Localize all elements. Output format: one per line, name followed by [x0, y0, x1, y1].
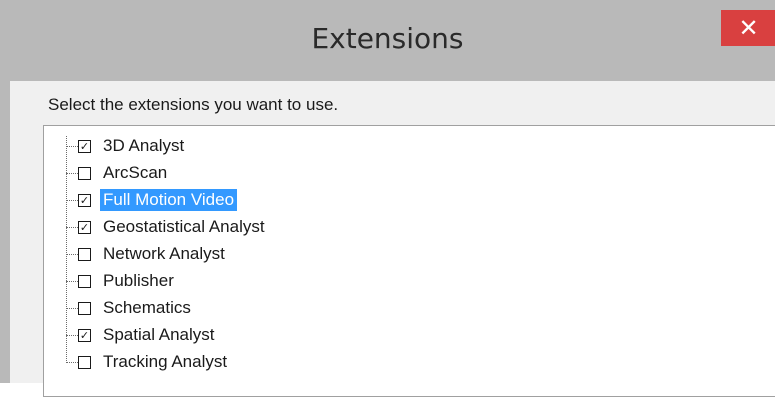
list-item-publisher[interactable]: Publisher: [66, 270, 177, 292]
list-item-geostatistical-analyst[interactable]: ✓ Geostatistical Analyst: [66, 216, 268, 238]
tree-connector: [66, 307, 78, 309]
list-item-label: Tracking Analyst: [103, 352, 228, 371]
list-item-arcscan[interactable]: ArcScan: [66, 162, 170, 184]
checkbox[interactable]: [78, 301, 91, 315]
list-item-label: ArcScan: [103, 163, 168, 182]
close-button[interactable]: ✕: [721, 10, 775, 46]
checkbox[interactable]: ✓: [78, 220, 91, 234]
checkbox[interactable]: ✓: [78, 328, 91, 342]
window-title: Extensions: [311, 22, 464, 55]
list-item-tracking-analyst[interactable]: Tracking Analyst: [66, 351, 230, 373]
extensions-list[interactable]: ✓ 3D Analyst ArcScan ✓ Full Motion Video…: [43, 125, 775, 397]
tree-connector: [66, 280, 78, 282]
list-item-label: Publisher: [103, 271, 174, 290]
checkbox[interactable]: ✓: [78, 139, 91, 153]
tree-connector: [66, 145, 78, 147]
list-item-schematics[interactable]: Schematics: [66, 297, 194, 319]
list-item-label: Spatial Analyst: [103, 325, 215, 344]
list-item-spatial-analyst[interactable]: ✓ Spatial Analyst: [66, 324, 218, 346]
checkbox[interactable]: [78, 166, 91, 180]
list-item-network-analyst[interactable]: Network Analyst: [66, 243, 228, 265]
checkbox[interactable]: ✓: [78, 193, 91, 207]
checkbox[interactable]: [78, 247, 91, 261]
tree-connector: [66, 334, 78, 336]
checkbox[interactable]: [78, 274, 91, 288]
checkbox[interactable]: [78, 355, 91, 369]
tree-connector: [66, 361, 78, 363]
list-item-label: Schematics: [103, 298, 191, 317]
title-bar[interactable]: Extensions ✕: [0, 0, 775, 81]
tree-connector: [66, 226, 78, 228]
list-item-label: Full Motion Video: [100, 189, 238, 211]
tree-connector: [66, 172, 78, 174]
tree-connector: [66, 253, 78, 255]
list-item-label: 3D Analyst: [103, 136, 185, 155]
close-icon: ✕: [738, 14, 759, 42]
list-item-label: Geostatistical Analyst: [103, 217, 265, 236]
extensions-dialog: Extensions ✕ Select the extensions you w…: [0, 0, 775, 397]
tree-connector: [66, 199, 78, 201]
list-item-full-motion-video[interactable]: ✓ Full Motion Video: [66, 189, 238, 211]
prompt-text: Select the extensions you want to use.: [48, 95, 339, 114]
list-item-label: Network Analyst: [103, 244, 225, 263]
dialog-body: Select the extensions you want to use. ✓…: [10, 81, 775, 397]
list-item-3d-analyst[interactable]: ✓ 3D Analyst: [66, 135, 187, 157]
